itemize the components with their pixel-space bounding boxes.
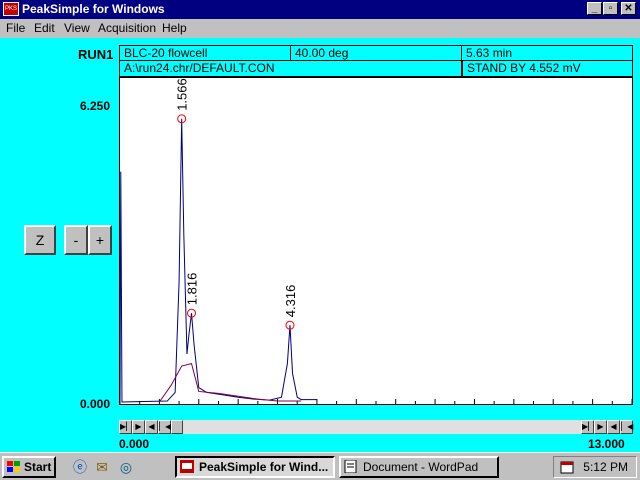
detector-trace <box>119 118 317 403</box>
x-min-label: 0.000 <box>119 437 150 451</box>
close-button[interactable]: ✕ <box>621 2 636 15</box>
windows-logo-icon <box>7 461 20 472</box>
peak-label: 1.566 <box>175 78 190 111</box>
scroll-right-icon[interactable]: ▶ <box>132 420 145 434</box>
title-bar: PKS PeakSimple for Windows _ ▫ ✕ <box>0 0 640 19</box>
peak-label: 4.316 <box>283 285 298 318</box>
outlook-express-icon[interactable]: ✉ <box>94 459 110 475</box>
peaksimple-task-icon <box>180 460 194 473</box>
menu-file[interactable]: File <box>6 21 25 35</box>
channels-icon[interactable]: ◎ <box>118 459 134 475</box>
start-label: Start <box>24 460 52 474</box>
minimize-button[interactable]: _ <box>587 2 602 15</box>
scroll-left2-icon[interactable]: ◀ <box>607 420 620 434</box>
task-wordpad-label: Document - WordPad <box>363 460 479 474</box>
start-button[interactable]: Start <box>2 456 56 478</box>
window-title: PeakSimple for Windows <box>22 2 165 16</box>
temperature-cell: 40.00 deg <box>291 46 462 61</box>
zoom-button[interactable]: Z <box>24 225 56 255</box>
scroll-right2-icon[interactable]: ▶ <box>594 420 607 434</box>
scheduler-icon[interactable] <box>560 460 574 474</box>
x-max-label: 13.000 <box>588 437 625 451</box>
menu-view[interactable]: View <box>64 21 90 35</box>
scroll-back-icon[interactable]: ▏◀ <box>620 420 633 434</box>
time-cell: 5.63 min <box>462 46 632 61</box>
task-peaksimple[interactable]: PeakSimple for Wind... <box>175 456 335 478</box>
restore-button[interactable]: ▫ <box>603 2 618 15</box>
detector-cell: BLC-20 flowcell <box>120 46 291 61</box>
scroll-start-icon[interactable]: ▏◀ <box>158 420 171 434</box>
menu-bar: File Edit View Acquisition Help <box>0 19 640 38</box>
scroll-thumb[interactable] <box>171 420 183 434</box>
taskbar: Start ⓔ ✉ ◎ PeakSimple for Wind... Docum… <box>0 452 640 480</box>
task-wordpad[interactable]: Document - WordPad <box>339 456 499 478</box>
run-label: RUN1 <box>78 47 114 62</box>
menu-help[interactable]: Help <box>162 21 187 35</box>
scroll-end-icon[interactable]: ▶▏ <box>581 420 594 434</box>
wordpad-task-icon <box>344 460 357 473</box>
menu-edit[interactable]: Edit <box>34 21 55 35</box>
task-peaksimple-label: PeakSimple for Wind... <box>199 460 329 474</box>
clock[interactable]: 5:12 PM <box>583 460 628 474</box>
internet-explorer-icon[interactable]: ⓔ <box>72 459 88 475</box>
scroll-first-icon[interactable]: ▶▏ <box>119 420 132 434</box>
y-min-label: 0.000 <box>80 397 111 411</box>
menu-acquisition[interactable]: Acquisition <box>98 21 156 35</box>
peak-label: 1.816 <box>185 273 200 306</box>
file-cell: A:\run24.chr/DEFAULT.CON <box>120 61 462 76</box>
run-info-header: BLC-20 flowcell 40.00 deg 5.63 min A:\ru… <box>119 45 633 77</box>
zoom-out-button[interactable]: - <box>64 225 88 255</box>
system-tray: 5:12 PM <box>553 456 637 478</box>
chromatogram-plot[interactable]: 1.566 1.816 4.316 <box>119 77 633 405</box>
scroll-left-icon[interactable]: ◀ <box>145 420 158 434</box>
y-max-label: 6.250 <box>80 99 111 113</box>
app-icon-text: PKS <box>4 6 17 12</box>
chromatogram-svg: 1.566 1.816 4.316 <box>119 78 633 404</box>
time-scrollbar[interactable]: ▶▏ ▶ ◀ ▏◀ ▶▏ ▶ ◀ ▏◀ <box>119 420 633 434</box>
status-cell: STAND BY 4.552 mV <box>462 61 632 76</box>
app-icon[interactable]: PKS <box>3 2 19 16</box>
zoom-in-button[interactable]: + <box>88 225 112 255</box>
